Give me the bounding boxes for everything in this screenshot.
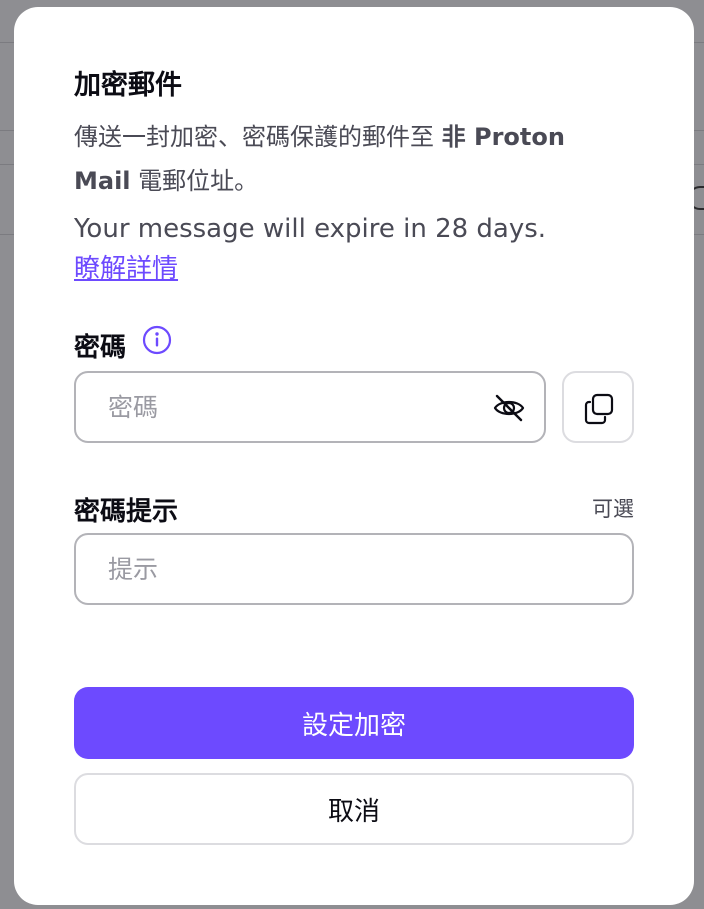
expiration-text: Your message will expire in 28 days. xyxy=(74,214,547,244)
password-hint-input[interactable] xyxy=(108,535,488,603)
expiration-notice: Your message will expire in 28 days. 瞭解詳… xyxy=(74,209,634,289)
eye-slash-icon[interactable] xyxy=(492,391,526,425)
password-hint-label: 密碼提示 xyxy=(74,497,179,527)
set-encryption-button[interactable]: 設定加密 xyxy=(74,687,634,759)
description-text: 傳送一封加密、密碼保護的郵件至 xyxy=(74,123,434,151)
optional-tag: 可選 xyxy=(592,497,634,521)
encrypt-message-modal: 加密郵件 傳送一封加密、密碼保護的郵件至 非 Proton Mail 電郵位址。… xyxy=(14,7,694,905)
description-text-end: 電郵位址。 xyxy=(138,167,259,195)
password-label: 密碼 xyxy=(74,333,127,363)
cancel-button[interactable]: 取消 xyxy=(74,773,634,845)
password-hint-field xyxy=(74,533,634,605)
copy-password-button[interactable] xyxy=(562,371,634,443)
modal-title: 加密郵件 xyxy=(74,70,182,101)
password-input[interactable] xyxy=(108,373,488,441)
learn-more-link[interactable]: 瞭解詳情 xyxy=(74,249,178,289)
info-icon[interactable] xyxy=(142,325,172,355)
copy-icon xyxy=(584,393,614,425)
password-field xyxy=(74,371,546,443)
modal-description: 傳送一封加密、密碼保護的郵件至 非 Proton Mail 電郵位址。 xyxy=(74,115,594,203)
